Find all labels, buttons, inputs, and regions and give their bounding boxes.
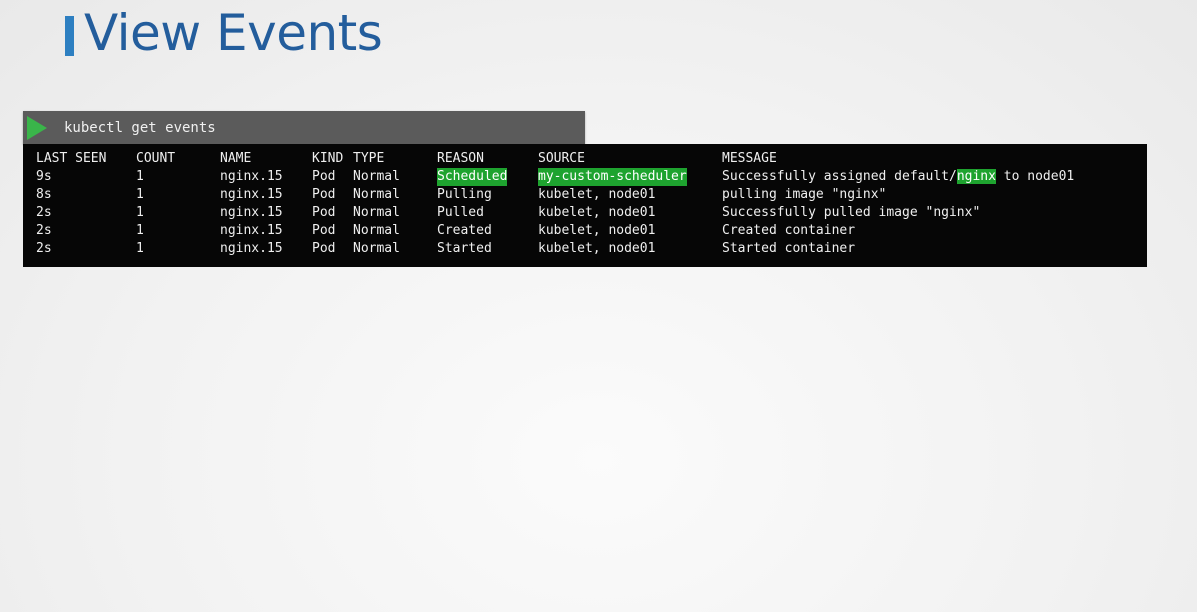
cell-last-seen: 9s [36, 169, 52, 184]
cell-name: nginx.15 [220, 169, 283, 184]
table-row: 2s 1 nginx.15 Pod Normal Started kubelet… [23, 240, 1147, 258]
cell-count: 1 [136, 187, 144, 202]
cell-message: pulling image "nginx" [722, 187, 887, 202]
play-icon [27, 116, 47, 140]
header-message: MESSAGE [722, 151, 777, 166]
cell-reason-highlighted: Scheduled [437, 168, 508, 186]
cell-reason: Started [437, 241, 492, 256]
cell-count: 1 [136, 223, 144, 238]
cell-last-seen: 2s [36, 223, 52, 238]
page-title: View Events [84, 4, 383, 62]
cell-type: Normal [353, 169, 400, 184]
cell-source: kubelet, node01 [538, 187, 656, 202]
header-reason: REASON [437, 151, 484, 166]
table-header: LAST SEEN COUNT NAME KIND TYPE REASON SO… [23, 150, 1147, 168]
cell-count: 1 [136, 169, 144, 184]
command-bar: kubectl get events [23, 111, 585, 144]
cell-name: nginx.15 [220, 223, 283, 238]
cell-type: Normal [353, 187, 400, 202]
cell-message: Started container [722, 241, 856, 256]
cell-last-seen: 2s [36, 241, 52, 256]
cell-message: Created container [722, 223, 856, 238]
cell-reason: Pulled [437, 205, 484, 220]
cell-type: Normal [353, 205, 400, 220]
header-count: COUNT [136, 151, 176, 166]
header-type: TYPE [353, 151, 385, 166]
message-suffix: to node01 [995, 169, 1075, 184]
terminal-output: LAST SEEN COUNT NAME KIND TYPE REASON SO… [23, 144, 1147, 267]
message-highlight: nginx [956, 169, 996, 184]
cell-name: nginx.15 [220, 187, 283, 202]
cell-count: 1 [136, 205, 144, 220]
cell-last-seen: 2s [36, 205, 52, 220]
cell-source: kubelet, node01 [538, 241, 656, 256]
cell-kind: Pod [312, 205, 336, 220]
cell-last-seen: 8s [36, 187, 52, 202]
message-prefix: Successfully assigned default/ [722, 169, 957, 184]
table-row: 9s 1 nginx.15 Pod Normal Scheduled my-cu… [23, 168, 1147, 186]
cell-kind: Pod [312, 241, 336, 256]
cell-type: Normal [353, 241, 400, 256]
table-row: 8s 1 nginx.15 Pod Normal Pulling kubelet… [23, 186, 1147, 204]
table-row: 2s 1 nginx.15 Pod Normal Created kubelet… [23, 222, 1147, 240]
cell-source: kubelet, node01 [538, 205, 656, 220]
cell-reason: Created [437, 223, 492, 238]
cell-message: Successfully assigned default/nginx to n… [722, 168, 1074, 186]
header-source: SOURCE [538, 151, 585, 166]
cell-message: Successfully pulled image "nginx" [722, 205, 981, 220]
cell-type: Normal [353, 223, 400, 238]
title-accent-bar [65, 16, 74, 56]
header-kind: KIND [312, 151, 344, 166]
cell-kind: Pod [312, 169, 336, 184]
header-name: NAME [220, 151, 252, 166]
cell-source: kubelet, node01 [538, 223, 656, 238]
cell-name: nginx.15 [220, 205, 283, 220]
table-row: 2s 1 nginx.15 Pod Normal Pulled kubelet,… [23, 204, 1147, 222]
cell-source-highlighted: my-custom-scheduler [538, 168, 687, 186]
cell-kind: Pod [312, 187, 336, 202]
header-last-seen: LAST SEEN [36, 151, 107, 166]
cell-reason: Pulling [437, 187, 492, 202]
cell-count: 1 [136, 241, 144, 256]
command-text: kubectl get events [64, 120, 216, 136]
cell-kind: Pod [312, 223, 336, 238]
cell-name: nginx.15 [220, 241, 283, 256]
